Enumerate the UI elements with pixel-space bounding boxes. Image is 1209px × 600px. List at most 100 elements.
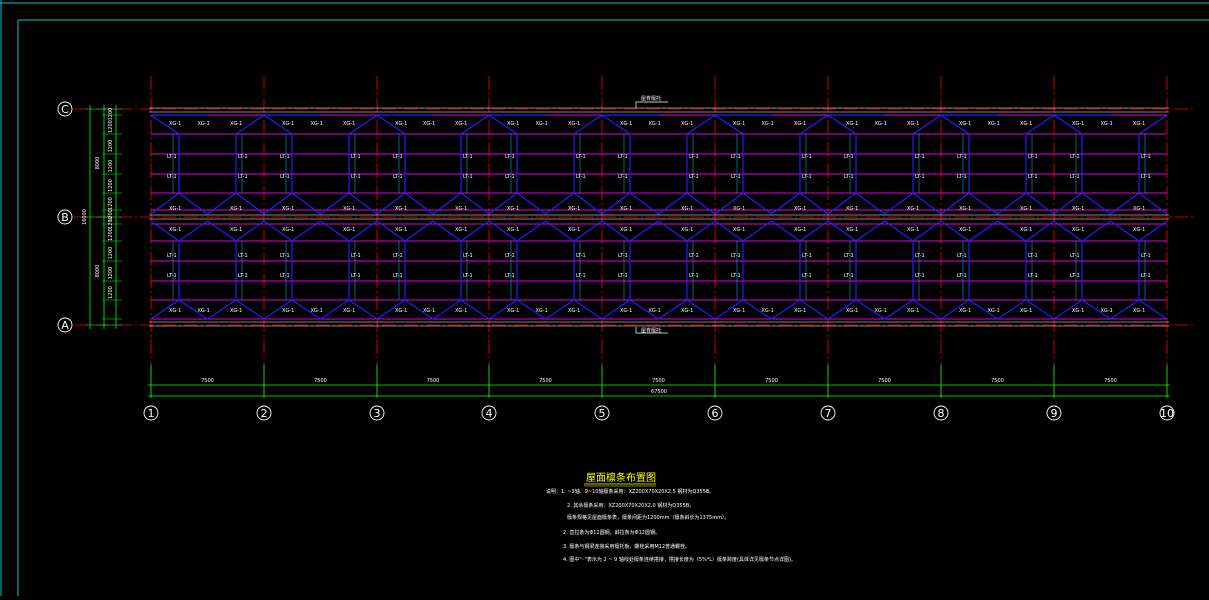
brace-tag: XG-1 — [169, 308, 181, 314]
note-line-3: 檩条规格见屋面檩条表，檩条间距为1200mm（檩条斜长为1375mm）。 — [567, 514, 729, 521]
brace-tag: XG-1 — [395, 206, 407, 212]
column-axis-label: 3 — [374, 407, 381, 420]
tie-tag: LT-1 — [802, 273, 812, 279]
note-line-1: 说明：1. ~3轴、9~10轴檩条采用：XZ200X70X20X2.5 钢材为Q… — [546, 488, 714, 495]
tie-tag: LT-1 — [351, 253, 361, 259]
tie-tag: LT-1 — [731, 253, 741, 259]
tie-tag: LT-1 — [1028, 273, 1038, 279]
brace-tag: XG-1 — [507, 206, 519, 212]
brace-tag: XG-1 — [169, 206, 181, 212]
tie-tag: LT-1 — [463, 154, 473, 160]
brace-tag: XG-1 — [311, 121, 323, 127]
row-axis-label: A — [61, 319, 69, 332]
tie-tag: LT-1 — [915, 154, 925, 160]
tie-tag: LT-1 — [915, 174, 925, 180]
roof-purlin-plan: XG-1 XG-1 XG-1 XG-1 XG-1 XG-1 XG-1 XG-1 XG-1 XG-1… — [0, 0, 1209, 596]
brace-tag: XG-1 — [455, 227, 467, 233]
row-axis-label: B — [61, 211, 69, 224]
bottom-callout-text: 屋脊檩托 — [641, 327, 661, 334]
tie-tag: LT-1 — [280, 273, 290, 279]
brace-tag: XG-1 — [1133, 206, 1145, 212]
row-dimension-label: 1200 — [108, 160, 114, 173]
tie-tag: LT-1 — [463, 273, 473, 279]
brace-tag: XG-1 — [568, 227, 580, 233]
tie-tag: LT-1 — [238, 253, 248, 259]
bay-dimension-label: 7500 — [652, 378, 665, 384]
row-dimension-label: 1200 — [108, 267, 114, 280]
tie-tag: LT-1 — [1070, 154, 1080, 160]
brace-tag: XG-1 — [423, 308, 435, 314]
tie-tag: LT-1 — [505, 253, 515, 259]
tie-tag: LT-1 — [731, 273, 741, 279]
brace-tag: XG-1 — [536, 308, 548, 314]
column-axis-label: 10 — [1160, 407, 1174, 420]
tie-tag: LT-1 — [689, 253, 699, 259]
row-dimension-label: 1200 — [108, 179, 114, 192]
brace-tag: XG-1 — [733, 227, 745, 233]
row-dimension-label: 1200 — [108, 197, 114, 210]
tie-tag: LT-1 — [393, 253, 403, 259]
brace-tag: XG-1 — [343, 227, 355, 233]
tie-tag: LT-1 — [505, 273, 515, 279]
brace-tag: XG-1 — [846, 206, 858, 212]
note-line-2: 2. 其余檩条采用：XZ200X70X20X2.0 钢材为Q355B。 — [567, 502, 694, 509]
tie-tag: LT-1 — [167, 253, 177, 259]
note-line-5: 3. 檩条与钢梁连接采用檩托板，螺栓采用M12普通螺栓。 — [563, 543, 690, 550]
tie-tag: LT-1 — [618, 154, 628, 160]
brace-tag: XG-1 — [1072, 206, 1084, 212]
tie-tag: LT-1 — [1070, 253, 1080, 259]
row-axis-label: C — [61, 103, 69, 116]
tie-tag: LT-1 — [576, 174, 586, 180]
tie-tag: LT-1 — [576, 154, 586, 160]
brace-tag: XG-1 — [1101, 308, 1113, 314]
brace-tag: XG-1 — [1020, 121, 1032, 127]
bay-dimension-label: 7500 — [314, 378, 327, 384]
brace-tag: XG-1 — [343, 308, 355, 314]
brace-tag: XG-1 — [907, 121, 919, 127]
tie-tag: LT-1 — [1141, 253, 1151, 259]
brace-tag: XG-1 — [282, 206, 294, 212]
brace-tag: XG-1 — [1020, 206, 1032, 212]
brace-tag: XG-1 — [959, 206, 971, 212]
tie-tag: LT-1 — [280, 253, 290, 259]
tie-tag: LT-1 — [576, 273, 586, 279]
brace-tag: XG-1 — [620, 206, 632, 212]
brace-tag: XG-1 — [846, 121, 858, 127]
brace-tag: XG-1 — [455, 121, 467, 127]
tie-tag: LT-1 — [844, 174, 854, 180]
tie-tag: LT-1 — [844, 154, 854, 160]
top-callout-text: 屋脊檩托 — [641, 95, 661, 102]
tie-tag: LT-1 — [463, 174, 473, 180]
tie-tag: LT-1 — [915, 253, 925, 259]
bay-dimension-label: 7500 — [427, 378, 440, 384]
brace-tag: XG-1 — [198, 121, 210, 127]
span-dimension-label: 8000 — [95, 157, 101, 170]
tie-tag: LT-1 — [957, 273, 967, 279]
tie-tag: LT-1 — [167, 273, 177, 279]
tie-tag: LT-1 — [1141, 174, 1151, 180]
tie-tag: LT-1 — [689, 273, 699, 279]
brace-tag: XG-1 — [282, 308, 294, 314]
tie-tag: LT-1 — [351, 273, 361, 279]
brace-tag: XG-1 — [395, 121, 407, 127]
brace-tag: XG-1 — [455, 308, 467, 314]
brace-tag: XG-1 — [282, 227, 294, 233]
column-axis-label: 9 — [1051, 407, 1058, 420]
brace-tag: XG-1 — [762, 308, 774, 314]
tie-tag: LT-1 — [238, 174, 248, 180]
tie-tag: LT-1 — [957, 253, 967, 259]
brace-tag: XG-1 — [198, 308, 210, 314]
brace-tag: XG-1 — [169, 121, 181, 127]
brace-tag: XG-1 — [395, 227, 407, 233]
brace-tag: XG-1 — [1133, 308, 1145, 314]
column-axis-label: 7 — [825, 407, 832, 420]
tie-tag: LT-1 — [505, 174, 515, 180]
brace-tag: XG-1 — [846, 308, 858, 314]
brace-tag: XG-1 — [794, 121, 806, 127]
tie-tag: LT-1 — [393, 273, 403, 279]
brace-tag: XG-1 — [681, 308, 693, 314]
row-dimension-label: 1200 — [108, 140, 114, 153]
tie-tag: LT-1 — [167, 154, 177, 160]
tie-tag: LT-1 — [1141, 154, 1151, 160]
cad-viewport[interactable]: XG-1 XG-1 XG-1 XG-1 XG-1 XG-1 XG-1 XG-1 XG-1 XG-1… — [0, 0, 1209, 596]
